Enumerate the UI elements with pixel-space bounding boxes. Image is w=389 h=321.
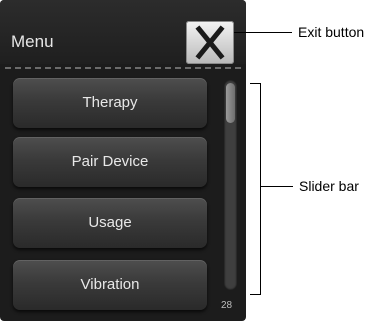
slider-bar-callout-line: [261, 186, 293, 187]
menu-title: Menu: [11, 32, 54, 51]
exit-button-callout-line: [234, 32, 292, 33]
slider-bracket-vertical: [260, 83, 261, 295]
slider-bracket-bottom: [250, 294, 261, 295]
exit-button-callout-label: Exit button: [298, 24, 365, 40]
menu-item-pair-device[interactable]: Pair Device: [13, 137, 207, 187]
slider-bar-callout-label: Slider bar: [299, 178, 359, 194]
header-divider: [5, 67, 241, 69]
menu-header: Menu: [0, 0, 246, 64]
menu-item-therapy[interactable]: Therapy: [13, 78, 207, 128]
close-x-icon: [195, 25, 225, 60]
device-screen: Menu Therapy Pair Device Usage Vibration…: [0, 0, 246, 321]
menu-item-vibration[interactable]: Vibration: [13, 260, 207, 310]
corner-number: 28: [221, 300, 233, 311]
exit-button[interactable]: [186, 21, 234, 64]
slider-thumb[interactable]: [226, 83, 235, 123]
menu-list: Therapy Pair Device Usage Vibration: [0, 70, 246, 321]
menu-item-usage[interactable]: Usage: [13, 198, 207, 248]
figure-canvas: Menu Therapy Pair Device Usage Vibration…: [0, 0, 389, 321]
slider-bar[interactable]: [224, 80, 237, 290]
